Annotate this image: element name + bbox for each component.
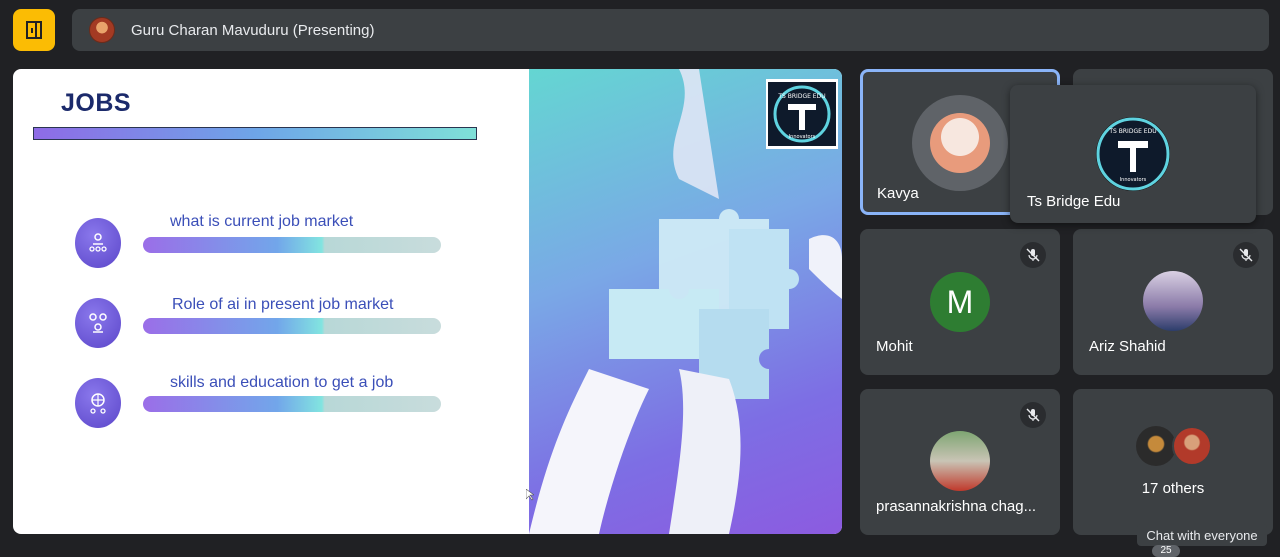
- participant-tile-others[interactable]: 17 others: [1073, 389, 1273, 535]
- title-underline-bar: [33, 127, 477, 140]
- hover-card-name: Ts Bridge Edu: [1027, 193, 1121, 210]
- avatar: [1172, 426, 1212, 466]
- presenter-name: Guru Charan Mavuduru (Presenting): [131, 21, 375, 39]
- chat-with-everyone-button[interactable]: Chat with everyone: [1137, 524, 1267, 546]
- participant-name: Ariz Shahid: [1089, 338, 1166, 355]
- slide-logo: TS BRIDGE EDU Innovators: [766, 79, 838, 149]
- participant-name: Kavya: [877, 185, 919, 202]
- person-group-icon: [75, 218, 121, 268]
- slide-logo-text: TS BRIDGE EDU: [777, 93, 825, 100]
- slide-item-2-bar: [143, 318, 441, 334]
- presenter-avatar: [89, 17, 115, 43]
- mic-off-icon: [1020, 402, 1046, 428]
- slide-item-1-bar: [143, 237, 441, 253]
- participant-hover-card[interactable]: TS BRIDGE EDU Innovators Ts Bridge Edu: [1010, 85, 1256, 223]
- participant-tile-mohit[interactable]: M Mohit: [860, 229, 1060, 375]
- overlay-logo-text: TS BRIDGE EDU: [1108, 128, 1156, 135]
- slide-item-3-bar: [143, 396, 441, 412]
- slide-item-2-text: Role of ai in present job market: [172, 296, 394, 313]
- slide-item-1-text: what is current job market: [170, 213, 354, 230]
- presenter-banner[interactable]: Guru Charan Mavuduru (Presenting): [72, 9, 1269, 51]
- slide-title: JOBS: [61, 89, 132, 117]
- avatar: [930, 113, 990, 173]
- avatar: [1143, 271, 1203, 331]
- avatar-initial: M: [930, 272, 990, 332]
- others-count-label: 17 others: [1141, 480, 1205, 497]
- mouse-cursor-icon: [526, 489, 534, 501]
- slide-logo-subtext: Innovators: [789, 134, 816, 140]
- presentation-slide: JOBS what is current job market Role of …: [13, 69, 842, 534]
- mic-off-icon: [1233, 242, 1259, 268]
- avatar: [1136, 426, 1176, 466]
- top-bar: Guru Charan Mavuduru (Presenting): [0, 0, 1280, 62]
- team-icon: [75, 298, 121, 348]
- door-exit-icon: [26, 21, 42, 39]
- chat-count-badge: 25: [1152, 545, 1180, 557]
- leave-button[interactable]: [13, 9, 55, 51]
- mic-off-icon: [1020, 242, 1046, 268]
- participant-tile-ariz-shahid[interactable]: Ariz Shahid: [1073, 229, 1273, 375]
- overlay-logo-subtext: Innovators: [1120, 177, 1147, 183]
- avatar: [930, 431, 990, 491]
- globe-people-icon: [75, 378, 121, 428]
- ts-bridge-edu-logo: TS BRIDGE EDU Innovators: [1096, 117, 1170, 191]
- participant-name: prasannakrishna chag...: [876, 498, 1037, 515]
- participant-tile-prasannakrishna[interactable]: prasannakrishna chag...: [860, 389, 1060, 535]
- participant-name: Mohit: [876, 338, 913, 355]
- slide-item-3-text: skills and education to get a job: [170, 374, 394, 391]
